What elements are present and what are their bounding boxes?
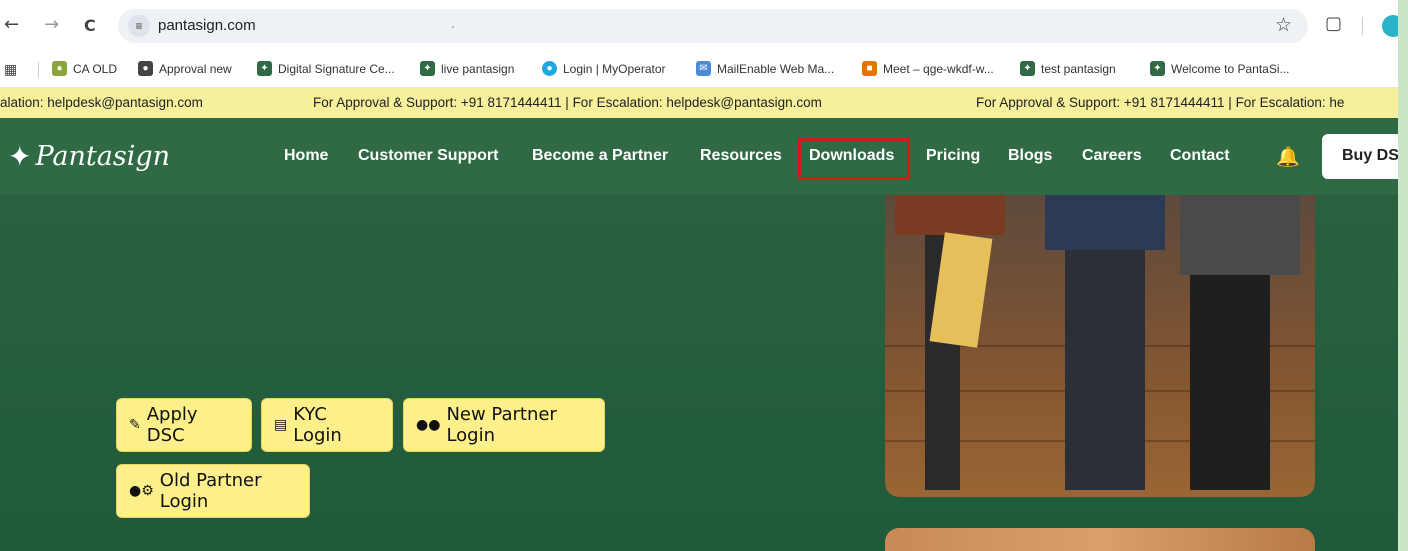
- nav-customer-support[interactable]: Customer Support: [358, 147, 498, 165]
- nav-pricing[interactable]: Pricing: [926, 147, 980, 165]
- bookmark-label: MailEnable Web Ma...: [717, 61, 835, 76]
- bell-icon[interactable]: 🔔: [1276, 145, 1300, 168]
- person-middle-jacket: [1045, 195, 1165, 250]
- bookmark-ca-old[interactable]: ● CA OLD: [52, 61, 117, 76]
- pantasign-icon: ✦: [257, 61, 272, 76]
- logo-star-icon: ✦: [8, 140, 32, 173]
- users-icon: ●●: [416, 417, 441, 433]
- old-partner-login-button[interactable]: ●⚙ Old Partner Login: [116, 464, 310, 518]
- mail-icon: ✉: [696, 61, 711, 76]
- bookmark-label: Approval new: [159, 61, 232, 76]
- apply-dsc-button[interactable]: ✎ Apply DSC: [116, 398, 252, 452]
- button-label: Apply DSC: [146, 404, 198, 446]
- bookmarks-bar: ▦ ● CA OLD ● Approval new ✦ Digital Sign…: [0, 52, 1398, 88]
- browser-window: ← → C ≡ pantasign.com . ☆ ▢ ▦ ● CA OLD ●…: [0, 0, 1398, 551]
- button-label: New Partner Login: [446, 404, 557, 446]
- person-right-jacket: [1180, 195, 1300, 275]
- pantasign-icon: ✦: [1150, 61, 1165, 76]
- ticker-segment: For Approval & Support: +91 8171444411 |…: [313, 95, 822, 110]
- reload-icon[interactable]: C: [84, 16, 96, 35]
- globe-icon: ●: [138, 61, 153, 76]
- omnibox[interactable]: ≡ pantasign.com . ☆: [118, 9, 1308, 43]
- button-label: Old Partner Login: [159, 470, 262, 512]
- nav-home[interactable]: Home: [284, 147, 328, 165]
- person-middle-legs: [1065, 250, 1145, 490]
- nav-become-partner[interactable]: Become a Partner: [532, 147, 668, 165]
- team-photo: [885, 195, 1315, 497]
- bookmark-approval-new[interactable]: ● Approval new: [138, 61, 232, 76]
- bookmark-label: live pantasign: [441, 61, 515, 76]
- pantasign-icon: ✦: [420, 61, 435, 76]
- person-right-legs: [1190, 275, 1270, 490]
- nav-resources[interactable]: Resources: [700, 147, 782, 165]
- bookmark-mailenable[interactable]: ✉ MailEnable Web Ma...: [696, 61, 834, 76]
- announcement-ticker: alation: helpdesk@pantasign.com For Appr…: [0, 88, 1398, 118]
- ticker-segment: alation: helpdesk@pantasign.com: [0, 95, 203, 110]
- bookmark-label: Welcome to PantaSi...: [1171, 61, 1290, 76]
- url-dot: .: [451, 15, 455, 31]
- bookmark-digital-signature[interactable]: ✦ Digital Signature Ce...: [257, 61, 395, 76]
- site-logo[interactable]: ✦ Pantasign: [8, 140, 170, 173]
- bookmark-live-pantasign[interactable]: ✦ live pantasign: [420, 61, 514, 76]
- user-cog-icon: ●⚙: [129, 483, 154, 499]
- new-partner-login-button[interactable]: ●● New Partner Login: [403, 398, 605, 452]
- button-label: KYC Login: [293, 404, 342, 446]
- bookmark-label: Digital Signature Ce...: [278, 61, 395, 76]
- person-left-jacket: [895, 195, 1005, 235]
- bookmark-label: test pantasign: [1041, 61, 1116, 76]
- bookmark-myoperator[interactable]: ● Login | MyOperator: [542, 61, 666, 76]
- site-header: ✦ Pantasign Home Customer Support Become…: [0, 118, 1398, 195]
- profile-avatar-icon[interactable]: [1382, 15, 1398, 37]
- extensions-icon[interactable]: ▢: [1325, 13, 1342, 34]
- pantasign-icon: ✦: [1020, 61, 1035, 76]
- myoperator-icon: ●: [542, 61, 557, 76]
- bookmark-star-icon[interactable]: ☆: [1275, 14, 1292, 36]
- hero-section: ✎ Apply DSC ▤ KYC Login ●● New Partner L…: [0, 195, 1398, 551]
- url-text: pantasign.com: [158, 17, 256, 34]
- bookmark-label: Login | MyOperator: [563, 61, 666, 76]
- logo-text: Pantasign: [35, 141, 171, 172]
- kyc-login-button[interactable]: ▤ KYC Login: [261, 398, 393, 452]
- ca-icon: ●: [52, 61, 67, 76]
- bookmark-label: Meet – qge-wkdf-w...: [883, 61, 994, 76]
- second-photo-top: [885, 528, 1315, 551]
- id-card-icon: ▤: [274, 417, 288, 433]
- nav-careers[interactable]: Careers: [1082, 147, 1142, 165]
- nav-contact[interactable]: Contact: [1170, 147, 1230, 165]
- toolbar-divider: [1362, 17, 1363, 35]
- bookmarks-divider: [38, 62, 39, 78]
- edit-doc-icon: ✎: [129, 417, 141, 433]
- ticker-segment: For Approval & Support: +91 8171444411 |…: [976, 95, 1345, 110]
- bookmark-test-pantasign[interactable]: ✦ test pantasign: [1020, 61, 1116, 76]
- back-icon[interactable]: ←: [4, 14, 19, 35]
- apps-grid-icon[interactable]: ▦: [4, 61, 17, 78]
- nav-blogs[interactable]: Blogs: [1008, 147, 1052, 165]
- bookmark-label: CA OLD: [73, 61, 118, 76]
- bookmark-meet[interactable]: ■ Meet – qge-wkdf-w...: [862, 61, 994, 76]
- nav-downloads[interactable]: Downloads: [809, 147, 894, 165]
- tune-icon[interactable]: ≡: [128, 15, 150, 37]
- bookmark-welcome-pantasign[interactable]: ✦ Welcome to PantaSi...: [1150, 61, 1290, 76]
- forward-icon[interactable]: →: [44, 14, 59, 35]
- meet-icon: ■: [862, 61, 877, 76]
- buy-dsc-button[interactable]: Buy DSC: [1322, 134, 1398, 179]
- address-bar-row: ← → C ≡ pantasign.com . ☆ ▢: [0, 0, 1398, 52]
